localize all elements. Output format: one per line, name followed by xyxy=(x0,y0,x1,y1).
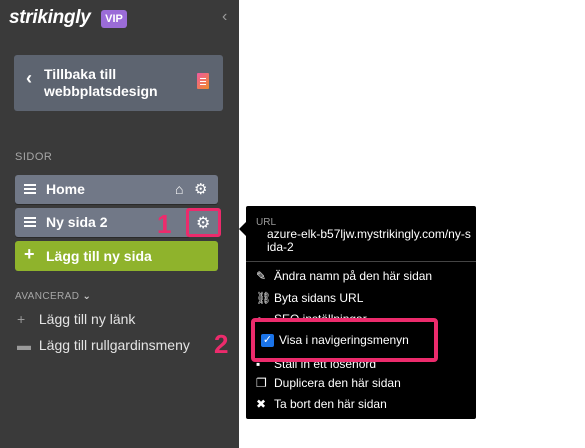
document-icon xyxy=(197,73,209,89)
pencil-icon: ✎ xyxy=(256,269,267,283)
page-settings-popup: URL azure-elk-b57ljw.mystrikingly.com/ny… xyxy=(246,206,476,419)
add-link-item[interactable]: + Lägg till ny länk xyxy=(17,311,135,327)
folder-icon: ▬ xyxy=(17,337,31,353)
strikingly-logo: strikingly xyxy=(9,7,91,28)
page-label: Ny sida 2 xyxy=(46,214,108,230)
drag-handle-icon[interactable] xyxy=(24,184,36,186)
add-link-label: Lägg till ny länk xyxy=(38,311,136,327)
add-page-label: Lägg till ny sida xyxy=(46,248,152,264)
vip-badge: VIP xyxy=(101,10,127,28)
callout-number-2: 2 xyxy=(214,329,229,359)
back-button-label: Tillbaka till webbplatsdesign xyxy=(44,66,158,99)
editor-screen: strikingly VIP ‹ ‹ Tillbaka till webbpla… xyxy=(0,0,585,448)
duplicate-page-item[interactable]: ❐ Duplicera den här sidan xyxy=(256,376,401,390)
copy-icon: ❐ xyxy=(256,376,267,390)
rename-label: Ändra namn på den här sidan xyxy=(274,269,433,283)
gear-icon: ⚙ xyxy=(196,215,211,232)
popup-arrow xyxy=(239,222,246,236)
plus-icon: + xyxy=(17,311,26,327)
page-settings-gear-button[interactable]: ⚙ xyxy=(186,208,221,237)
delete-page-item[interactable]: ✖ Ta bort den här sidan xyxy=(256,397,387,411)
page-url[interactable]: azure-elk-b57ljw.mystrikingly.com/ny-sid… xyxy=(267,228,472,254)
drag-handle-icon[interactable] xyxy=(24,217,36,219)
gear-icon[interactable]: ⚙ xyxy=(194,180,207,198)
add-page-button[interactable]: + Lägg till ny sida xyxy=(15,241,218,271)
link-icon: ⛓ xyxy=(256,291,272,305)
add-dropdown-label: Lägg till rullgardinsmeny xyxy=(38,337,190,353)
plus-icon: + xyxy=(24,244,35,264)
advanced-toggle[interactable]: AVANCERAD ⌄ xyxy=(15,291,91,302)
callout-number-1: 1 xyxy=(157,209,172,239)
show-in-nav-label: Visa i navigeringsmenyn xyxy=(279,333,409,347)
advanced-label: AVANCERAD xyxy=(15,291,80,302)
divider xyxy=(246,261,476,262)
page-label: Home xyxy=(46,181,85,197)
pages-section-title: SIDOR xyxy=(15,151,53,163)
page-item-home[interactable]: Home ⌂ ⚙ xyxy=(15,175,218,204)
home-icon: ⌂ xyxy=(175,181,184,197)
chevron-down-icon: ⌄ xyxy=(82,291,92,302)
duplicate-label: Duplicera den här sidan xyxy=(274,376,401,390)
chevron-left-icon: ‹ xyxy=(26,68,32,88)
add-dropdown-item[interactable]: ▬ Lägg till rullgardinsmeny xyxy=(17,337,190,353)
delete-label: Ta bort den här sidan xyxy=(274,397,387,411)
show-in-nav-checkbox[interactable]: ✓ xyxy=(261,334,274,347)
rename-page-item[interactable]: ✎ Ändra namn på den här sidan xyxy=(256,269,432,283)
close-icon: ✖ xyxy=(256,397,267,411)
collapse-sidebar-icon[interactable]: ‹ xyxy=(222,8,227,26)
change-url-item[interactable]: ⛓ Byta sidans URL xyxy=(256,291,363,305)
change-url-label: Byta sidans URL xyxy=(274,291,364,305)
show-in-navigation-item[interactable]: ✓ Visa i navigeringsmenyn xyxy=(255,322,434,358)
show-in-navigation-highlight: ✓ Visa i navigeringsmenyn xyxy=(251,318,438,362)
back-to-design-button[interactable]: ‹ Tillbaka till webbplatsdesign xyxy=(14,55,223,111)
